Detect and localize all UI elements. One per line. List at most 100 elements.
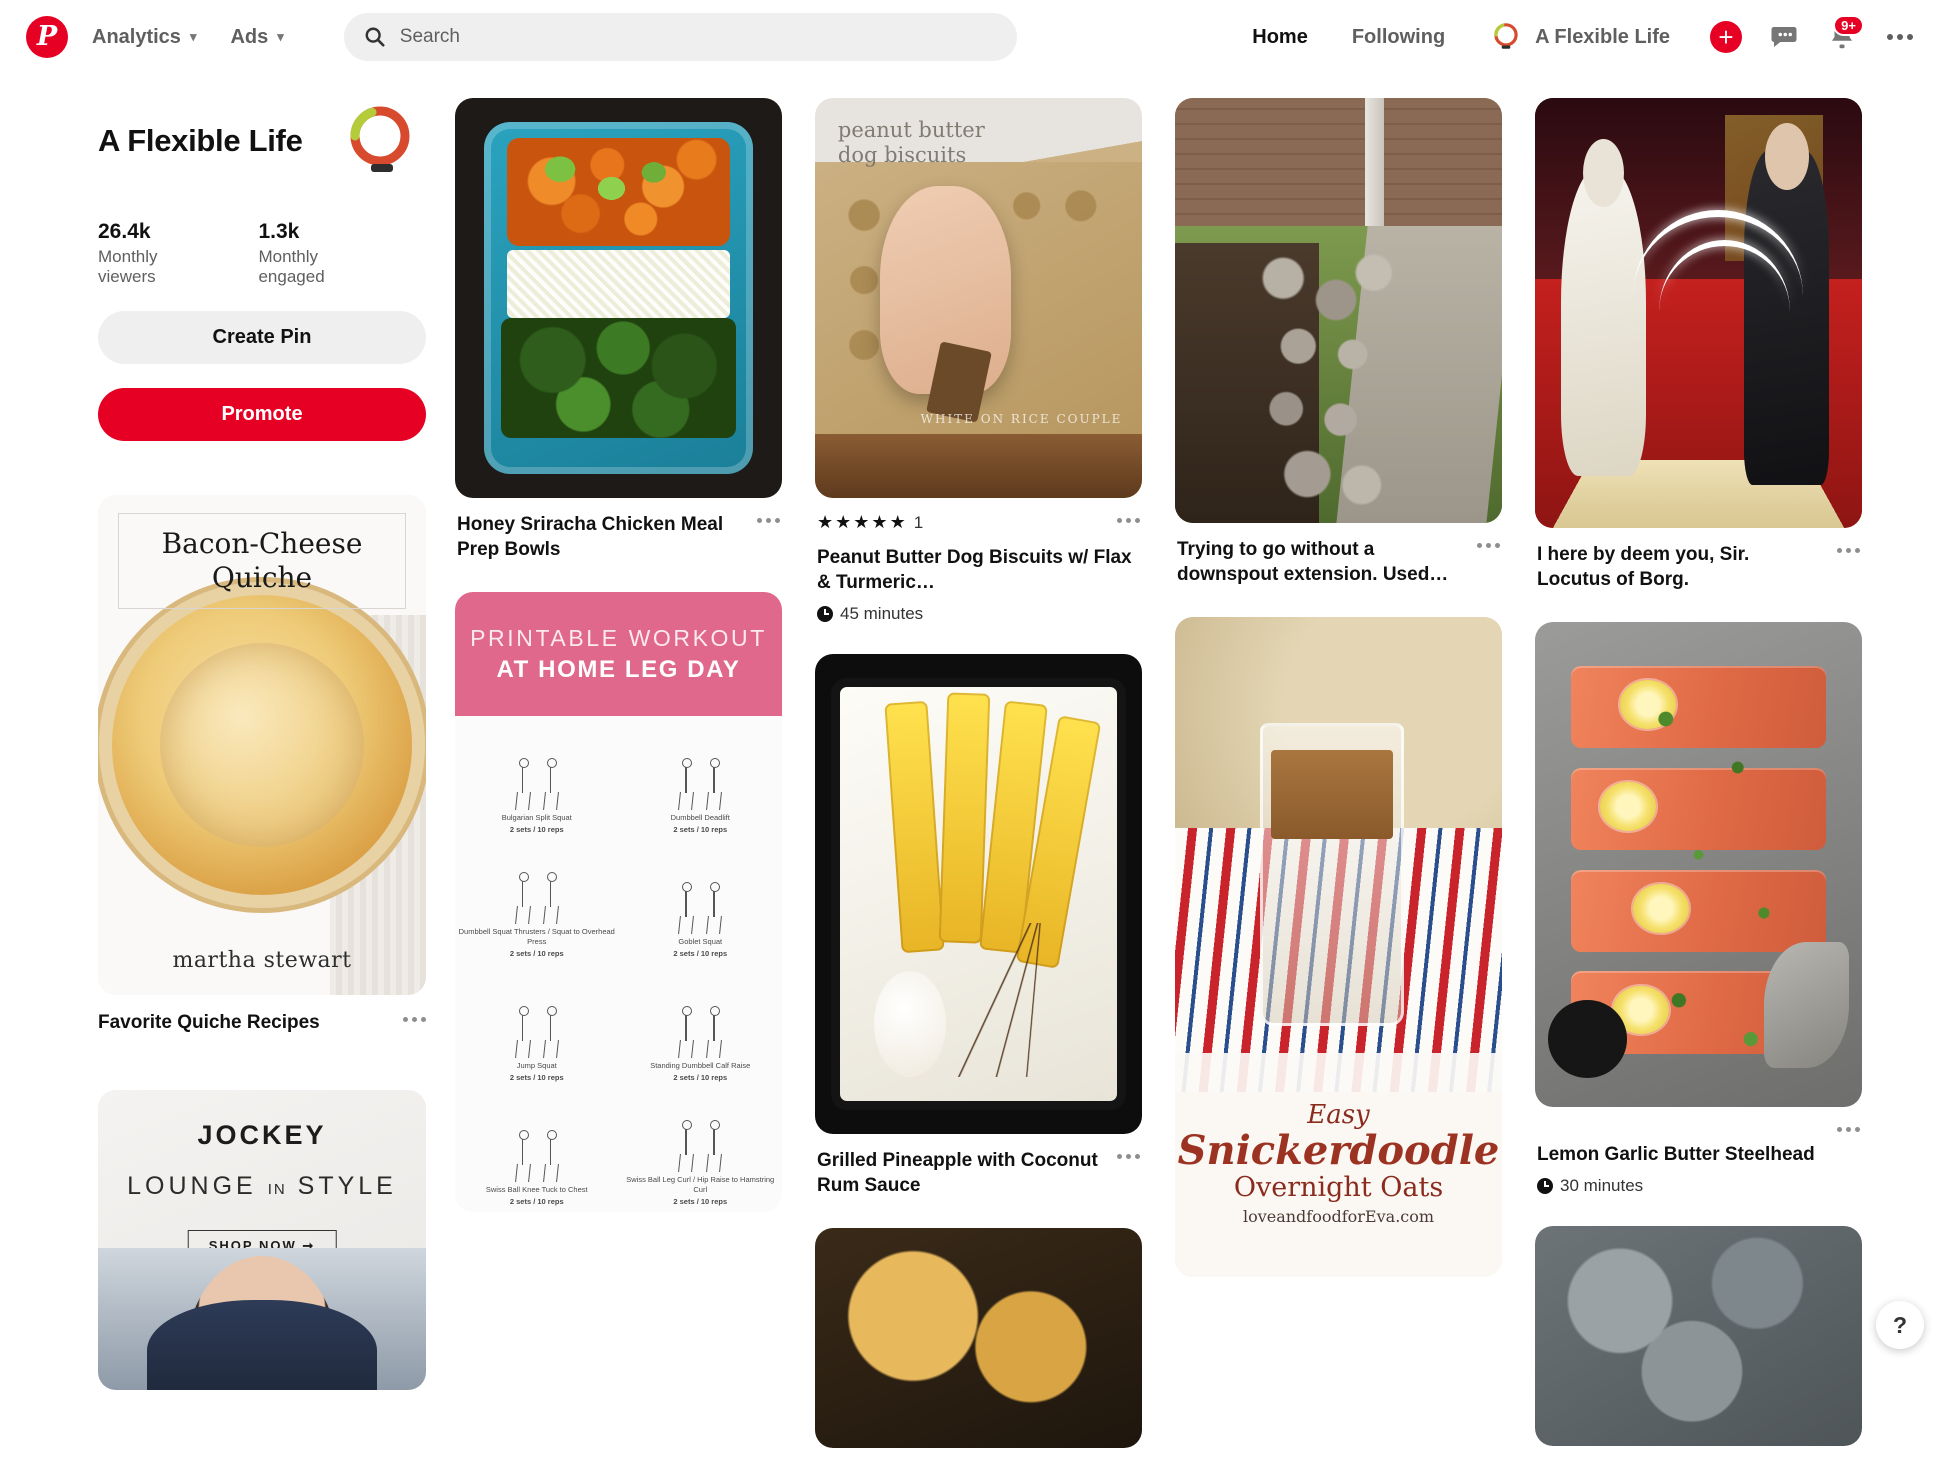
ads-menu[interactable]: Ads ▾ bbox=[230, 26, 283, 49]
ellipsis-icon[interactable] bbox=[1837, 542, 1860, 553]
chevron-down-icon: ▾ bbox=[190, 29, 197, 45]
workout-exercise: Goblet Squat 2 sets / 10 reps bbox=[619, 840, 783, 964]
pin-image-steelhead[interactable] bbox=[1535, 622, 1862, 1107]
jockey-tagline-in: IN bbox=[268, 1181, 287, 1198]
exercise-name: Goblet Squat bbox=[678, 937, 722, 946]
feed-column: peanut butter dog biscuits WHITE ON RICE… bbox=[815, 98, 1142, 1478]
stat-monthly-engaged: 1.3k Monthly engaged bbox=[258, 220, 366, 287]
star-icon: ★ bbox=[817, 512, 833, 533]
biscuit-overlay-text: peanut butter dog biscuits bbox=[838, 118, 985, 168]
search-bar[interactable] bbox=[344, 13, 1017, 61]
create-button[interactable]: + bbox=[1702, 13, 1750, 61]
pin-card: Honey Sriracha Chicken Meal Prep Bowls bbox=[455, 98, 782, 562]
exercise-reps: 2 sets / 10 reps bbox=[510, 1073, 564, 1082]
pin-image-printable-workout[interactable]: PRINTABLE WORKOUT AT HOME LEG DAY Bulgar… bbox=[455, 592, 782, 1212]
martha-stewart-watermark: martha stewart bbox=[98, 948, 426, 973]
profile-stats: 26.4k Monthly viewers 1.3k Monthly engag… bbox=[98, 220, 426, 287]
jockey-ad-image[interactable]: JOCKEY LOUNGE IN STYLE SHOP NOW ➞ bbox=[98, 1090, 426, 1390]
pin-card: I here by deem you, Sir. Locutus of Borg… bbox=[1535, 98, 1862, 592]
workout-exercise: Jump Squat 2 sets / 10 reps bbox=[455, 964, 619, 1088]
ellipsis-icon[interactable] bbox=[757, 512, 780, 523]
oats-overlay-line3: Overnight Oats bbox=[1234, 1172, 1443, 1203]
exercise-reps: 2 sets / 10 reps bbox=[673, 949, 727, 958]
pin-image-partial-bottom[interactable] bbox=[815, 1228, 1142, 1448]
nav-following[interactable]: Following bbox=[1330, 26, 1467, 49]
pin-card: peanut butter dog biscuits WHITE ON RICE… bbox=[815, 98, 1142, 624]
messages-button[interactable] bbox=[1760, 13, 1808, 61]
analytics-menu[interactable]: Analytics ▾ bbox=[92, 26, 196, 49]
rating-stars: ★ ★ ★ ★ ★ 1 bbox=[817, 512, 923, 533]
oats-overlay-line2: Snickerdoodle bbox=[1178, 1131, 1500, 1171]
top-navigation-bar: P Analytics ▾ Ads ▾ Home Following A Fle… bbox=[0, 0, 1950, 74]
exercise-reps: 2 sets / 10 reps bbox=[673, 825, 727, 834]
search-input[interactable] bbox=[400, 26, 997, 48]
profile-header: A Flexible Life bbox=[98, 100, 426, 182]
nav-home[interactable]: Home bbox=[1230, 26, 1330, 49]
promote-button[interactable]: Promote bbox=[98, 388, 426, 441]
sidebar-ad-card[interactable]: JOCKEY LOUNGE IN STYLE SHOP NOW ➞ bbox=[98, 1090, 426, 1390]
chat-bubble-icon bbox=[1769, 22, 1799, 52]
notifications-badge: 9+ bbox=[1833, 15, 1864, 36]
page-title: A Flexible Life bbox=[98, 123, 303, 159]
pin-title: Honey Sriracha Chicken Meal Prep Bowls bbox=[457, 512, 747, 562]
sidebar-pin-title: Favorite Quiche Recipes bbox=[98, 1011, 320, 1036]
more-options-button[interactable] bbox=[1876, 13, 1924, 61]
quiche-pin-image[interactable]: Bacon-Cheese Quiche martha stewart bbox=[98, 495, 426, 995]
notifications-button[interactable]: 9+ bbox=[1818, 13, 1866, 61]
exercise-reps: 2 sets / 10 reps bbox=[510, 825, 564, 834]
workout-exercise: Swiss Ball Knee Tuck to Chest 2 sets / 1… bbox=[455, 1088, 619, 1212]
oats-overlay-text: Easy Snickerdoodle Overnight Oats lovean… bbox=[1175, 1053, 1502, 1277]
ads-menu-label: Ads bbox=[230, 26, 268, 49]
clock-icon bbox=[1537, 1178, 1553, 1194]
ellipsis-icon[interactable] bbox=[1837, 1121, 1860, 1132]
pin-image-honey-sriracha[interactable] bbox=[455, 98, 782, 498]
pin-card: Trying to go without a downspout extensi… bbox=[1175, 98, 1502, 587]
quiche-overlay-title: Bacon-Cheese Quiche bbox=[118, 513, 406, 609]
ellipsis-icon[interactable] bbox=[403, 1011, 426, 1022]
workout-overlay-line2: AT HOME LEG DAY bbox=[496, 656, 740, 684]
exercise-name: Dumbbell Squat Thrusters / Squat to Over… bbox=[455, 927, 619, 946]
pin-image-partial-bottom[interactable] bbox=[1535, 1226, 1862, 1446]
pin-card bbox=[1535, 1226, 1862, 1446]
pin-image-dog-biscuits[interactable]: peanut butter dog biscuits WHITE ON RICE… bbox=[815, 98, 1142, 498]
ellipsis-icon bbox=[1887, 34, 1913, 40]
stat-value: 1.3k bbox=[258, 220, 366, 244]
pin-title: Trying to go without a downspout extensi… bbox=[1177, 537, 1467, 587]
question-mark-icon: ? bbox=[1893, 1312, 1907, 1339]
pin-cook-time: 30 minutes bbox=[1537, 1176, 1860, 1196]
help-button[interactable]: ? bbox=[1876, 1301, 1924, 1349]
stat-value: 26.4k bbox=[98, 220, 198, 244]
pin-card: PRINTABLE WORKOUT AT HOME LEG DAY Bulgar… bbox=[455, 592, 782, 1212]
page-body: A Flexible Life 26.4k Monthly viewers 1.… bbox=[0, 74, 1950, 1371]
pin-image-snickerdoodle-oats[interactable]: Easy Snickerdoodle Overnight Oats lovean… bbox=[1175, 617, 1502, 1277]
pin-image-grilled-pineapple[interactable] bbox=[815, 654, 1142, 1134]
workout-exercise-grid: Bulgarian Split Squat 2 sets / 10 reps D… bbox=[455, 716, 782, 1212]
oats-watermark: loveandfoodforEva.com bbox=[1243, 1207, 1434, 1226]
ellipsis-icon[interactable] bbox=[1117, 512, 1140, 523]
exercise-reps: 2 sets / 10 reps bbox=[673, 1073, 727, 1082]
ellipsis-icon[interactable] bbox=[1117, 1148, 1140, 1159]
search-icon bbox=[364, 26, 386, 48]
workout-exercise: Dumbbell Squat Thrusters / Squat to Over… bbox=[455, 840, 619, 964]
exercise-name: Standing Dumbbell Calf Raise bbox=[650, 1061, 750, 1070]
jockey-tagline: LOUNGE IN STYLE bbox=[98, 1172, 426, 1201]
quiche-overlay-line1: Bacon-Cheese bbox=[162, 527, 363, 561]
pin-image-queen-borg[interactable] bbox=[1535, 98, 1862, 528]
pin-card: Lemon Garlic Butter Steelhead 30 minutes bbox=[1535, 622, 1862, 1196]
pin-image-downspout[interactable] bbox=[1175, 98, 1502, 523]
workout-exercise: Swiss Ball Leg Curl / Hip Raise to Hamst… bbox=[619, 1088, 783, 1212]
feed-column: Honey Sriracha Chicken Meal Prep Bowls P… bbox=[455, 98, 782, 1242]
exercise-name: Swiss Ball Leg Curl / Hip Raise to Hamst… bbox=[619, 1175, 783, 1194]
stat-label: Monthly engaged bbox=[258, 247, 366, 287]
exercise-name: Swiss Ball Knee Tuck to Chest bbox=[486, 1185, 588, 1194]
quiche-overlay-line2: Quiche bbox=[212, 561, 312, 595]
workout-exercise: Bulgarian Split Squat 2 sets / 10 reps bbox=[455, 716, 619, 840]
jockey-brand-label: JOCKEY bbox=[98, 1120, 426, 1151]
pinterest-logo-icon[interactable]: P bbox=[26, 16, 68, 58]
profile-sidebar: A Flexible Life 26.4k Monthly viewers 1.… bbox=[98, 100, 426, 1390]
ellipsis-icon[interactable] bbox=[1477, 537, 1500, 548]
create-pin-button[interactable]: Create Pin bbox=[98, 311, 426, 364]
feed-column: I here by deem you, Sir. Locutus of Borg… bbox=[1535, 98, 1862, 1476]
exercise-reps: 2 sets / 10 reps bbox=[510, 1197, 564, 1206]
user-profile-link[interactable]: A Flexible Life bbox=[1467, 20, 1692, 54]
